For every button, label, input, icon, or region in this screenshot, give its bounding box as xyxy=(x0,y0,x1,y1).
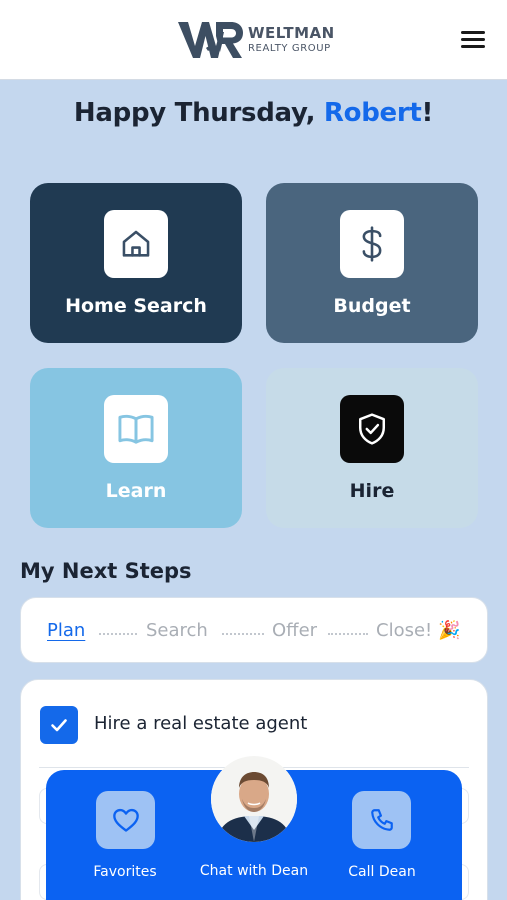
call-agent-label: Call Dean xyxy=(348,864,416,880)
next-steps-title: My Next Steps xyxy=(20,559,192,583)
step-divider xyxy=(328,633,368,635)
budget-tile[interactable]: Budget xyxy=(266,183,478,343)
step-plan[interactable]: Plan xyxy=(47,620,85,641)
home-search-label: Home Search xyxy=(65,295,207,317)
steps-progress-bar: Plan Search Offer Close! 🎉 xyxy=(20,597,488,663)
call-agent-button[interactable]: Call Dean xyxy=(302,770,442,900)
step-divider xyxy=(99,633,137,635)
greeting-prefix: Happy Thursday, xyxy=(73,98,324,128)
weltman-logo[interactable]: WELTMAN REALTY GROUP xyxy=(176,18,336,62)
hire-tile[interactable]: Hire xyxy=(266,368,478,528)
wr-logo-icon xyxy=(178,22,243,58)
bottom-action-bar: Favorites Chat with Dean Call Dean xyxy=(46,756,462,900)
budget-label: Budget xyxy=(333,295,411,317)
checkmark-icon xyxy=(51,719,67,732)
step-divider xyxy=(222,633,264,635)
favorites-button[interactable]: Favorites xyxy=(46,770,186,900)
logo-name: WELTMAN xyxy=(248,24,335,42)
dollar-icon xyxy=(340,210,404,278)
learn-tile[interactable]: Learn xyxy=(30,368,242,528)
step-search[interactable]: Search xyxy=(146,620,208,641)
greeting-user-name: Robert xyxy=(323,98,422,128)
logo-subtitle: REALTY GROUP xyxy=(248,43,331,54)
agent-avatar xyxy=(211,756,297,842)
hamburger-menu-icon[interactable] xyxy=(458,28,488,50)
greeting-suffix: ! xyxy=(421,98,434,128)
step-close[interactable]: Close! 🎉 xyxy=(376,620,460,641)
task-checkbox[interactable] xyxy=(40,706,78,744)
learn-label: Learn xyxy=(105,480,167,502)
phone-icon xyxy=(352,791,411,849)
hire-label: Hire xyxy=(349,480,395,502)
book-icon xyxy=(104,395,168,463)
task-label: Hire a real estate agent xyxy=(94,713,308,734)
shield-check-icon xyxy=(340,395,404,463)
greeting-heading: Happy Thursday, Robert! xyxy=(0,98,507,128)
house-icon xyxy=(104,210,168,278)
heart-icon xyxy=(96,791,155,849)
app-header: WELTMAN REALTY GROUP xyxy=(0,0,507,80)
home-search-tile[interactable]: Home Search xyxy=(30,183,242,343)
step-offer[interactable]: Offer xyxy=(272,620,317,641)
